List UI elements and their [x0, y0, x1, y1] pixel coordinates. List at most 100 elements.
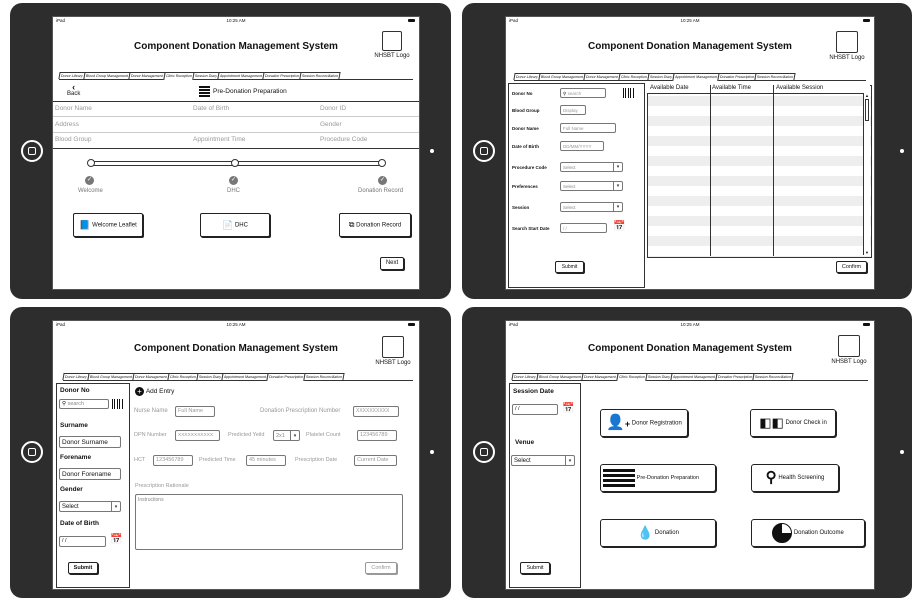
- donor-registration-tile[interactable]: 👤+ Donor Registration: [600, 409, 688, 437]
- tab-prescription[interactable]: Donation Prescription: [266, 373, 307, 381]
- scroll-up-icon[interactable]: ▲: [864, 93, 870, 98]
- select-value: Select: [563, 205, 576, 210]
- tab-clinic-reception[interactable]: Clinic Reception: [162, 72, 195, 80]
- scroll-down-icon[interactable]: ▼: [864, 250, 870, 255]
- instructions-textarea[interactable]: Instructions: [135, 494, 403, 550]
- check-icon: ✓: [229, 176, 238, 185]
- tab-donor-management[interactable]: Donor Management: [583, 73, 621, 80]
- tab-blood-group[interactable]: Blood Group Management: [536, 373, 584, 380]
- dob-input[interactable]: / /: [59, 536, 106, 547]
- tab-blood-group[interactable]: Blood Group Management: [538, 73, 586, 80]
- donation-outcome-tile[interactable]: Donation Outcome: [751, 519, 865, 547]
- gender-select[interactable]: Select ▾: [59, 501, 121, 512]
- procedure-code-select[interactable]: Select ▾: [560, 162, 623, 172]
- tab-donor-management[interactable]: Donor Management: [581, 373, 619, 380]
- donation-record-button[interactable]: ⧉ Donation Record: [339, 213, 411, 237]
- pre-donation-preparation-tile[interactable]: Pre-Donation Preparation: [600, 464, 716, 492]
- select-value: Select: [563, 165, 576, 170]
- label-predicted-yield: Predicted Yeild: [228, 432, 265, 438]
- section-heading: Pre-Donation Preparation: [213, 88, 287, 95]
- tab-reconciliation[interactable]: Session Reconciliation: [299, 72, 342, 79]
- tab-blood-group[interactable]: Blood Group Management: [87, 373, 135, 380]
- tab-appointment[interactable]: Appointment Management: [217, 72, 265, 79]
- tab-clinic-reception[interactable]: Clinic Reception: [615, 373, 648, 381]
- calendar-icon[interactable]: 📅: [110, 535, 122, 545]
- tab-prescription[interactable]: Donation Prescription: [262, 72, 302, 79]
- label-hct: HCT: [134, 457, 146, 463]
- tab-appointment[interactable]: Appointment Management: [672, 73, 720, 81]
- tab-appointment[interactable]: Appointment Management: [670, 373, 718, 380]
- calendar-icon[interactable]: 📅: [613, 222, 625, 232]
- back-button[interactable]: ‹ Back: [67, 83, 80, 98]
- tab-session-diary[interactable]: Session Diary: [196, 373, 224, 380]
- health-screening-tile[interactable]: ⚲ Health Screening: [751, 464, 839, 492]
- app-title: Component Donation Management System: [588, 343, 792, 354]
- donor-search-input[interactable]: ⚲ search: [560, 88, 606, 98]
- barcode-icon[interactable]: [623, 88, 635, 98]
- tab-donor-management[interactable]: Donor Management: [128, 72, 166, 79]
- hct-input: 123456789: [153, 455, 193, 466]
- label-prescription-date: Prescription Date: [295, 457, 338, 463]
- tab-donor-library[interactable]: Donor Library: [511, 373, 539, 380]
- session-date-input[interactable]: / /: [512, 404, 558, 415]
- scroll-thumb[interactable]: [865, 99, 869, 121]
- surname-input[interactable]: Donor Surname: [59, 436, 121, 448]
- tab-reconciliation[interactable]: Session Reconciliation: [752, 373, 795, 380]
- home-button[interactable]: [473, 140, 495, 162]
- tab-reconciliation[interactable]: Session Reconciliation: [303, 373, 346, 380]
- session-select[interactable]: Select ▾: [560, 202, 623, 212]
- list-icon: [199, 86, 210, 97]
- donor-name-input[interactable]: Full Name: [560, 123, 616, 133]
- submit-button[interactable]: Submit: [520, 562, 550, 574]
- tab-bar: Donor Library Blood Group Management Don…: [513, 72, 866, 81]
- tab-donor-management[interactable]: Donor Management: [132, 373, 170, 380]
- barcode-icon[interactable]: [112, 399, 124, 409]
- tab-blood-group[interactable]: Blood Group Management: [83, 72, 131, 79]
- check-icon: ✓: [378, 176, 387, 185]
- platelet-count-input: 123456789: [357, 430, 397, 441]
- home-button[interactable]: [21, 441, 43, 463]
- predicted-yield-select[interactable]: 2x1 ▾: [273, 430, 300, 441]
- search-icon: ⚲: [62, 401, 67, 407]
- select-value: 2x1: [276, 433, 285, 439]
- divider: [53, 148, 419, 149]
- tab-session-diary[interactable]: Session Diary: [647, 73, 675, 80]
- forename-input[interactable]: Donor Forename: [59, 468, 121, 480]
- tab-session-diary[interactable]: Session Diary: [192, 72, 220, 79]
- label-dpn: DPN Number: [134, 432, 167, 438]
- tab-prescription[interactable]: Donation Prescription: [717, 73, 757, 80]
- add-entry-button[interactable]: + Add Entry: [135, 387, 174, 396]
- next-button[interactable]: Next: [380, 257, 404, 270]
- tab-session-diary[interactable]: Session Diary: [645, 373, 673, 380]
- nurse-name-input[interactable]: Full Name: [175, 406, 215, 417]
- welcome-leaflet-button[interactable]: 📘 Welcome Leaflet: [73, 213, 143, 237]
- start-date-input[interactable]: / /: [560, 223, 607, 233]
- donor-check-in-tile[interactable]: ◧◧ Donor Check in: [750, 409, 836, 437]
- donor-search-input[interactable]: ⚲ search: [59, 399, 109, 409]
- tab-clinic-reception[interactable]: Clinic Reception: [618, 73, 650, 80]
- column-available-time: Available Time: [712, 85, 751, 91]
- dob-input[interactable]: DD/MM/YYYY: [560, 141, 604, 151]
- venue-select[interactable]: Select ▾: [511, 455, 575, 466]
- label-predicted-time: Predicted Time: [199, 457, 236, 463]
- submit-button[interactable]: Submit: [555, 261, 584, 273]
- tab-donor-library[interactable]: Donor Library: [513, 73, 541, 80]
- donation-tile[interactable]: 💧 Donation: [600, 519, 716, 547]
- tab-donor-library[interactable]: Donor Library: [62, 373, 90, 380]
- calendar-icon[interactable]: 📅: [562, 404, 574, 414]
- tab-appointment[interactable]: Appointment Management: [221, 373, 269, 380]
- submit-button[interactable]: Submit: [68, 562, 98, 574]
- tab-reconciliation[interactable]: Session Reconciliation: [754, 73, 797, 80]
- home-button[interactable]: [21, 140, 43, 162]
- preferences-select[interactable]: Select ▾: [560, 181, 623, 191]
- table-scrollbar[interactable]: ▲ ▼: [863, 93, 870, 255]
- logo-placeholder: [838, 335, 860, 357]
- tab-donor-library[interactable]: Donor Library: [58, 72, 86, 79]
- dhc-button[interactable]: 📄 DHC: [200, 213, 270, 237]
- home-button[interactable]: [473, 441, 495, 463]
- confirm-button[interactable]: Confirm: [365, 562, 397, 574]
- tab-prescription[interactable]: Donation Prescription: [715, 373, 755, 380]
- tab-clinic-reception[interactable]: Clinic Reception: [167, 373, 199, 380]
- camera-dot: [900, 149, 904, 153]
- confirm-button[interactable]: Confirm: [836, 261, 867, 273]
